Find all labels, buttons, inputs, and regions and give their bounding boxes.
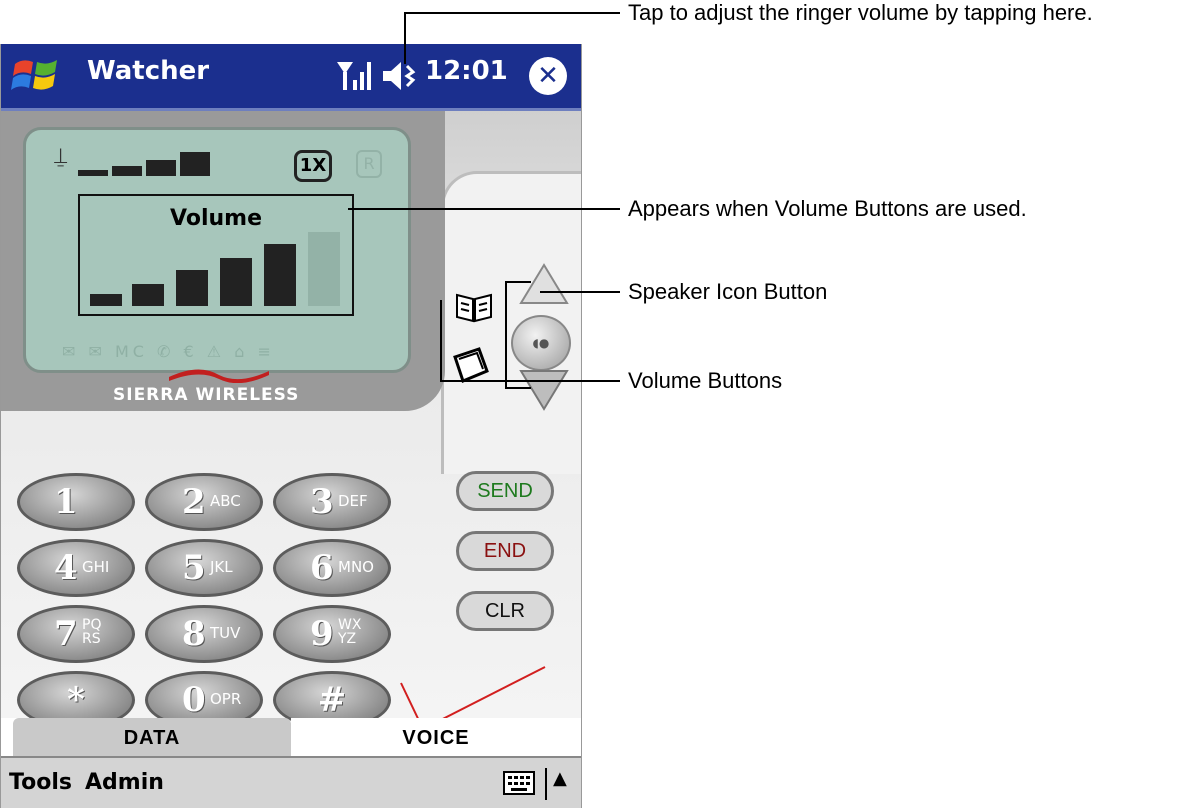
sierra-swoosh-icon <box>169 369 269 383</box>
brand-label: SIERRA WIRELESS <box>113 385 300 405</box>
key-9[interactable]: 9 WX YZ <box>273 605 391 663</box>
annotation-ringer: Tap to adjust the ringer volume by tappi… <box>628 0 1093 25</box>
menu-tools[interactable]: Tools <box>9 770 72 795</box>
annotation-leader-popup <box>348 208 620 210</box>
sip-separator <box>545 768 547 800</box>
volume-level-bar <box>176 270 208 306</box>
display-bezel: ⍊ 1X R Volume ✉ ✉ MC ✆ € ⚠ ⌂ ≡ SIERRA WI… <box>1 111 445 411</box>
key-letters: TUV <box>210 624 241 642</box>
signal-icon[interactable] <box>335 58 375 94</box>
key-number: # <box>317 680 347 720</box>
key-letters: MNO <box>338 558 374 576</box>
volume-level-bar <box>132 284 164 306</box>
key-number: * <box>67 680 85 720</box>
speaker-volume-icon[interactable] <box>381 58 421 94</box>
key-letters: DEF <box>338 492 368 510</box>
windows-logo-icon[interactable] <box>9 54 65 98</box>
volume-popup-title: Volume <box>170 206 262 231</box>
1x-indicator: 1X <box>294 150 332 182</box>
volume-level-bar <box>264 244 296 306</box>
annotation-popup: Appears when Volume Buttons are used. <box>628 196 1027 221</box>
key-number: 9 <box>310 614 334 654</box>
key-number: 5 <box>182 548 206 588</box>
sip-arrow-icon[interactable]: ▲ <box>553 768 567 789</box>
lcd-status-icons: ✉ ✉ MC ✆ € ⚠ ⌂ ≡ <box>62 342 275 361</box>
key-6[interactable]: 6 MNO <box>273 539 391 597</box>
volume-level-bar <box>90 294 122 306</box>
phonebook-icon[interactable] <box>455 291 493 323</box>
keyboard-icon[interactable] <box>503 771 535 795</box>
key-number: 4 <box>54 548 78 588</box>
key-letters: ABC <box>210 492 241 510</box>
title-bar: Watcher 12:01 ✕ <box>1 44 581 111</box>
volume-buttons-bracket <box>505 281 531 389</box>
key-1[interactable]: 1 <box>17 473 135 531</box>
key-number: 0 <box>182 680 206 720</box>
key-7[interactable]: 7 PQ RS <box>17 605 135 663</box>
menu-bar: Tools Admin ▲ <box>1 756 581 808</box>
app-title: Watcher <box>87 56 210 86</box>
phone-body: ⍊ 1X R Volume ✉ ✉ MC ✆ € ⚠ ⌂ ≡ SIERRA WI… <box>1 111 581 760</box>
key-4[interactable]: 4 GHI <box>17 539 135 597</box>
clear-button[interactable]: CLR <box>456 591 554 631</box>
key-number: 7 <box>54 614 78 654</box>
annotation-leader-ringer <box>404 12 620 14</box>
annotation-leader-ringer-vertical <box>404 12 406 64</box>
volume-level-bar <box>220 258 252 306</box>
key-number: 8 <box>182 614 206 654</box>
message-icon[interactable] <box>451 345 491 385</box>
close-button[interactable]: ✕ <box>529 57 567 95</box>
key-2[interactable]: 2 ABC <box>145 473 263 531</box>
key-5[interactable]: 5 JKL <box>145 539 263 597</box>
roaming-indicator: R <box>356 150 382 178</box>
pocketpc-screen: Watcher 12:01 ✕ ⍊ 1X R Volume ✉ ✉ MC ✆ €… <box>0 44 582 808</box>
signal-strength-bars <box>78 152 210 176</box>
key-8[interactable]: 8 TUV <box>145 605 263 663</box>
annotation-volume-buttons: Volume Buttons <box>628 368 783 393</box>
key-3[interactable]: 3 DEF <box>273 473 391 531</box>
annotation-speaker: Speaker Icon Button <box>628 279 828 304</box>
menu-admin[interactable]: Admin <box>85 770 164 795</box>
key-letters: JKL <box>210 558 233 576</box>
key-number: 1 <box>54 482 78 522</box>
annotation-leader-volume <box>440 380 620 382</box>
annotation-leader-speaker <box>540 291 620 293</box>
key-letters: OPR <box>210 690 242 708</box>
send-button[interactable]: SEND <box>456 471 554 511</box>
tab-data[interactable]: DATA <box>13 718 291 759</box>
annotation-leader-volume-vertical <box>440 300 442 382</box>
key-number: 2 <box>182 482 206 522</box>
key-letters: WX YZ <box>338 617 362 647</box>
key-letters: GHI <box>82 558 110 576</box>
key-number: 6 <box>310 548 334 588</box>
key-letters: PQ RS <box>82 617 102 647</box>
clock: 12:01 <box>425 56 508 86</box>
lcd-display: ⍊ 1X R Volume ✉ ✉ MC ✆ € ⚠ ⌂ ≡ <box>23 127 411 373</box>
key-number: 3 <box>310 482 334 522</box>
antenna-icon: ⍊ <box>54 144 68 169</box>
tab-voice[interactable]: VOICE <box>291 718 581 758</box>
volume-popup: Volume <box>78 194 354 316</box>
volume-level-bar-inactive <box>308 232 340 306</box>
end-button[interactable]: END <box>456 531 554 571</box>
